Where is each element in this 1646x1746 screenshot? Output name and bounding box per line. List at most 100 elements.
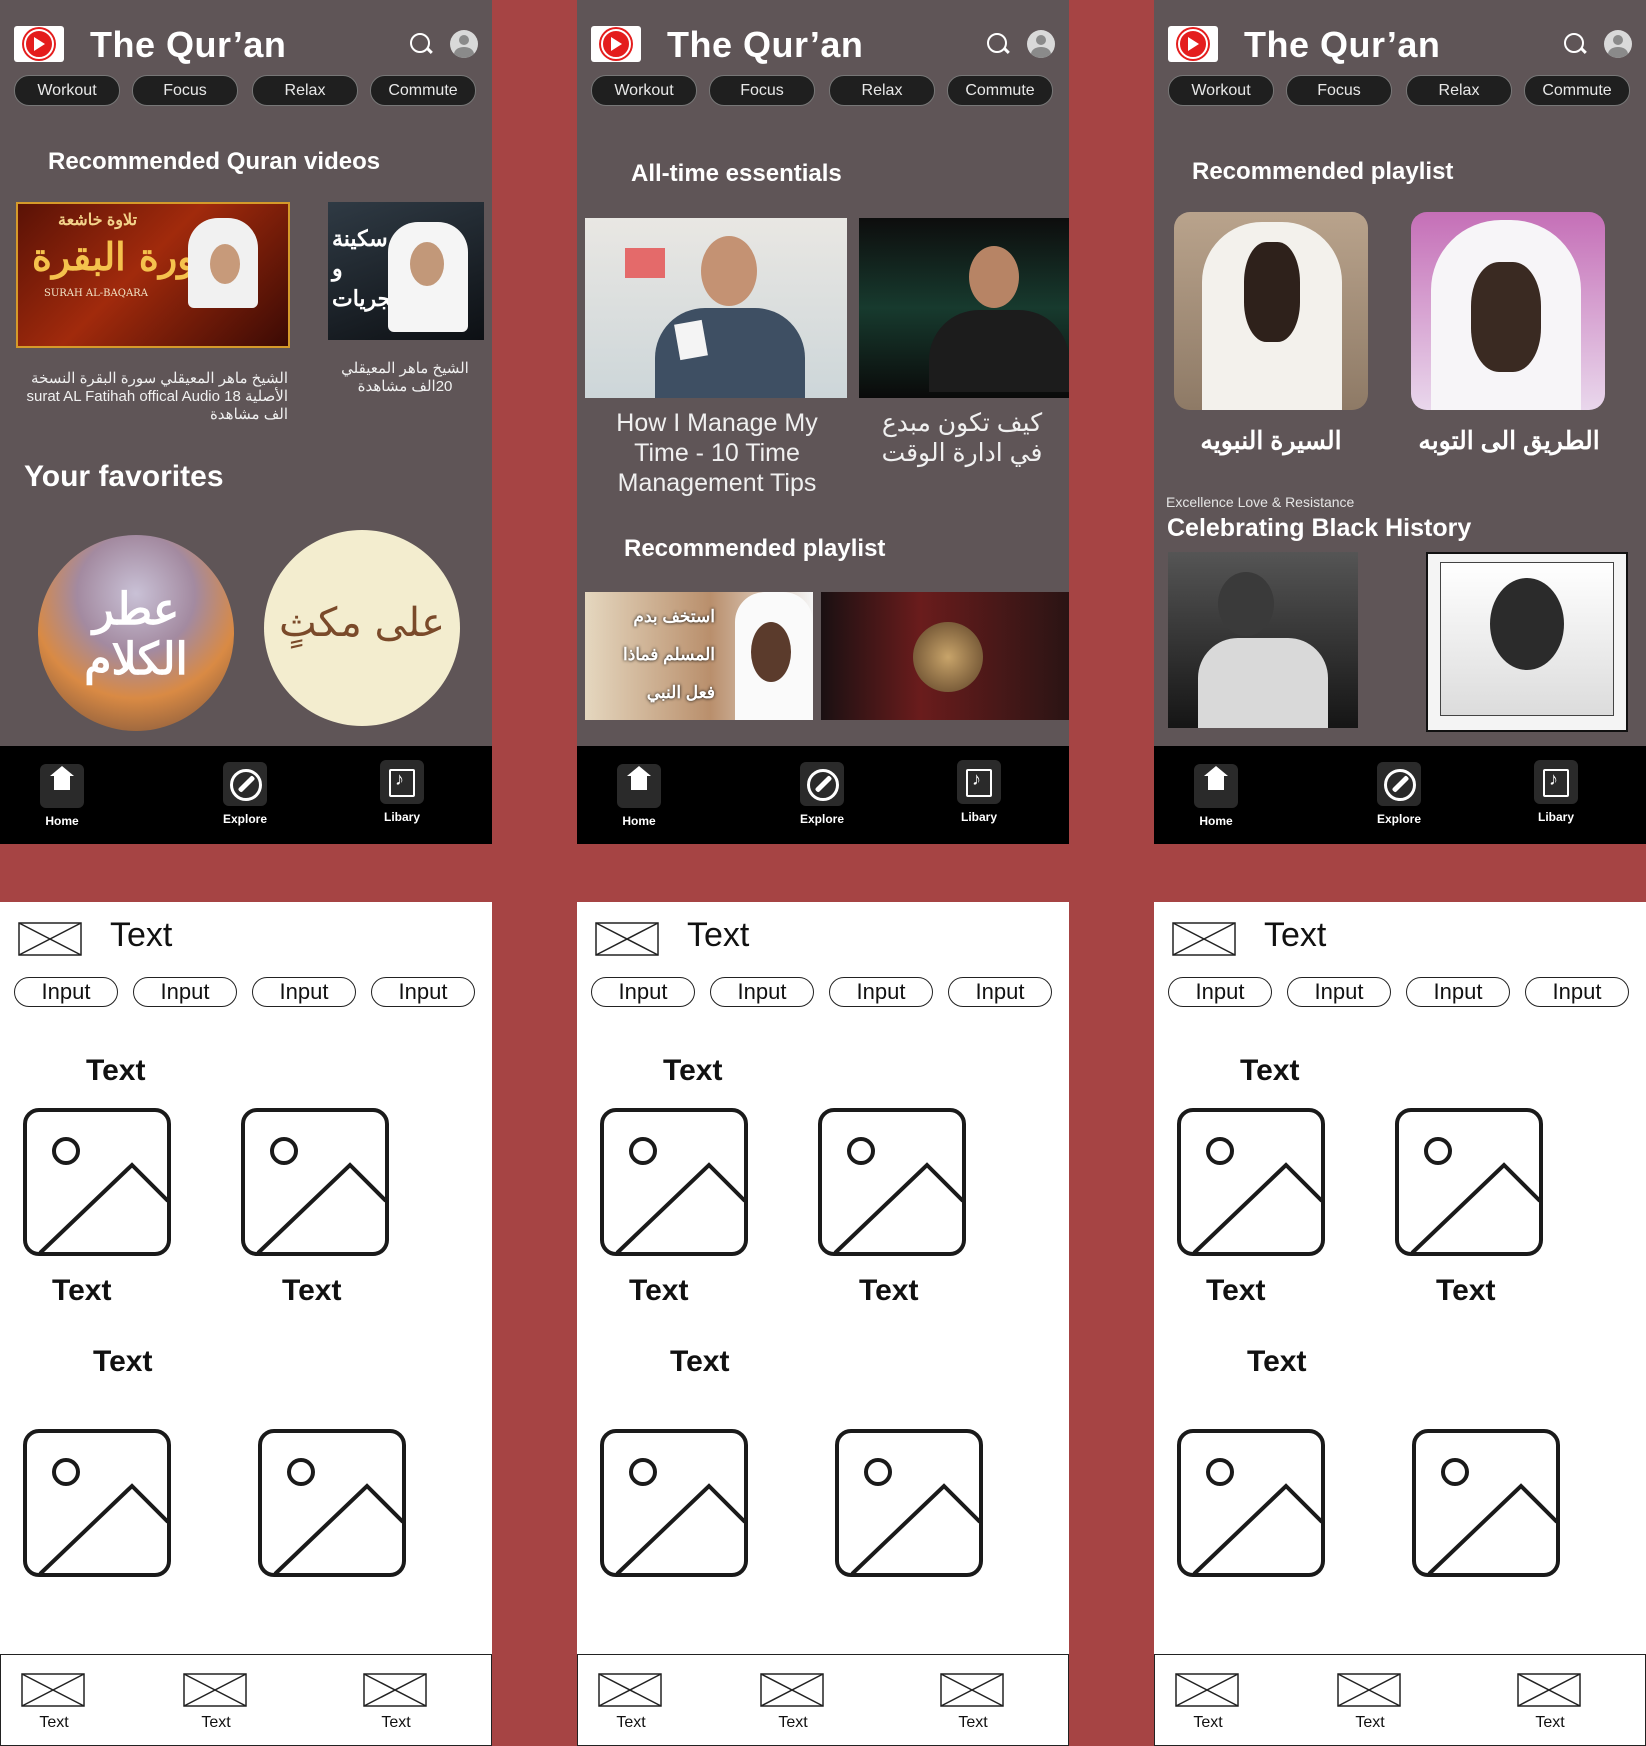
item-label: Text xyxy=(52,1274,112,1307)
image-placeholder-icon xyxy=(595,922,659,956)
playlist-thumbnail[interactable] xyxy=(821,592,1069,720)
nav-item[interactable]: Text xyxy=(181,1673,251,1732)
image-placeholder-icon xyxy=(18,922,82,956)
search-icon[interactable] xyxy=(987,33,1007,53)
image-placeholder-icon xyxy=(818,1108,966,1256)
playlist-thumbnail[interactable] xyxy=(1174,212,1368,410)
image-placeholder-icon xyxy=(1517,1673,1581,1707)
youtube-music-logo[interactable] xyxy=(14,26,64,62)
section-title: All-time essentials xyxy=(631,160,842,187)
youtube-music-logo[interactable] xyxy=(1168,26,1218,62)
nav-item[interactable]: Text xyxy=(1335,1673,1405,1732)
reciter-face xyxy=(210,244,240,284)
library-icon xyxy=(380,760,424,804)
input-field[interactable]: Input xyxy=(948,977,1052,1007)
nav-label: Text xyxy=(958,1714,988,1731)
video-thumbnail[interactable]: سكينة و فجريات xyxy=(328,202,484,340)
wireframe-screen: Text Input Input Input Input Text Text T… xyxy=(0,902,492,1746)
input-field[interactable]: Input xyxy=(252,977,356,1007)
nav-item[interactable]: Text xyxy=(1515,1673,1585,1732)
input-field[interactable]: Input xyxy=(591,977,695,1007)
chip-relax[interactable]: Relax xyxy=(1406,75,1512,106)
nav-explore[interactable]: Explore xyxy=(1354,762,1444,826)
image-placeholder-icon xyxy=(21,1673,85,1707)
section-title: Recommended Quran videos xyxy=(48,148,381,175)
chip-workout[interactable]: Workout xyxy=(591,75,697,106)
search-icon[interactable] xyxy=(410,33,430,53)
playlist-thumbnail[interactable]: استخف بدم المسلم فماذا فعل النبي xyxy=(585,592,813,720)
video-thumbnail[interactable] xyxy=(585,218,847,398)
avatar[interactable] xyxy=(450,30,478,58)
nav-explore[interactable]: Explore xyxy=(200,762,290,826)
nav-item[interactable]: Text xyxy=(361,1673,431,1732)
chip-workout[interactable]: Workout xyxy=(1168,75,1274,106)
nav-home[interactable]: Home xyxy=(17,764,107,828)
input-field[interactable]: Input xyxy=(1168,977,1272,1007)
video-thumbnail[interactable] xyxy=(859,218,1069,398)
avatar[interactable] xyxy=(1604,30,1632,58)
nav-item[interactable]: Text xyxy=(938,1673,1008,1732)
portrait-body xyxy=(1198,638,1328,728)
input-field[interactable]: Input xyxy=(1525,977,1629,1007)
chip-focus[interactable]: Focus xyxy=(709,75,815,106)
app-title: The Qur’an xyxy=(1244,24,1441,65)
nav-library[interactable]: Libary xyxy=(934,760,1024,824)
chip-commute[interactable]: Commute xyxy=(947,75,1053,106)
input-field[interactable]: Input xyxy=(710,977,814,1007)
chip-relax[interactable]: Relax xyxy=(829,75,935,106)
input-field[interactable]: Input xyxy=(14,977,118,1007)
nav-item[interactable]: Text xyxy=(758,1673,828,1732)
nav-label: Home xyxy=(622,814,656,828)
bottom-nav: Text Text Text xyxy=(577,1654,1069,1746)
chip-focus[interactable]: Focus xyxy=(1286,75,1392,106)
avatar[interactable] xyxy=(1027,30,1055,58)
nav-home[interactable]: Home xyxy=(594,764,684,828)
nav-item[interactable]: Text xyxy=(19,1673,89,1732)
playlist-thumbnail[interactable] xyxy=(1426,552,1628,732)
screen-quran-videos: The Qur’an Workout Focus Relax Commute R… xyxy=(0,0,492,844)
nav-label: Text xyxy=(381,1714,411,1731)
app-title: The Qur’an xyxy=(667,24,864,65)
item-label: Text xyxy=(1206,1274,1266,1307)
favorite-playlist[interactable]: على مكثٍ xyxy=(264,530,460,726)
image-placeholder-icon xyxy=(258,1429,406,1577)
image-placeholder-icon xyxy=(241,1108,389,1256)
image-placeholder-icon xyxy=(835,1429,983,1577)
nav-library[interactable]: Libary xyxy=(1511,760,1601,824)
chip-commute[interactable]: Commute xyxy=(370,75,476,106)
chip-commute[interactable]: Commute xyxy=(1524,75,1630,106)
playlist-thumbnail[interactable] xyxy=(1168,552,1358,728)
nav-home[interactable]: Home xyxy=(1171,764,1261,828)
nav-label: Text xyxy=(1193,1714,1223,1731)
chip-relax[interactable]: Relax xyxy=(252,75,358,106)
input-field[interactable]: Input xyxy=(1287,977,1391,1007)
speaker-face xyxy=(751,622,791,682)
thumbnail-title: سكينة و فجريات xyxy=(332,226,403,311)
speaker-face xyxy=(1244,242,1300,342)
search-icon[interactable] xyxy=(1564,33,1584,53)
nav-label: Text xyxy=(778,1714,808,1731)
input-field[interactable]: Input xyxy=(829,977,933,1007)
input-field[interactable]: Input xyxy=(1406,977,1510,1007)
playlist-thumbnail[interactable] xyxy=(1411,212,1605,410)
bottom-nav: Home Explore Libary xyxy=(577,746,1069,844)
input-field[interactable]: Input xyxy=(371,977,475,1007)
favorite-playlist[interactable]: عطر الكلام xyxy=(38,535,234,731)
screen-all-time-essentials: The Qur’an Workout Focus Relax Commute A… xyxy=(577,0,1069,844)
chip-focus[interactable]: Focus xyxy=(132,75,238,106)
nav-library[interactable]: Libary xyxy=(357,760,447,824)
chip-workout[interactable]: Workout xyxy=(14,75,120,106)
youtube-music-logo[interactable] xyxy=(591,26,641,62)
section-eyebrow: Excellence Love & Resistance xyxy=(1166,494,1355,510)
section-title: Text xyxy=(1247,1345,1307,1378)
nav-item[interactable]: Text xyxy=(1173,1673,1243,1732)
nav-item[interactable]: Text xyxy=(596,1673,666,1732)
input-field[interactable]: Input xyxy=(133,977,237,1007)
presenter-face xyxy=(701,236,757,306)
wireframe-title: Text xyxy=(1264,916,1327,954)
wireframe-title: Text xyxy=(110,916,173,954)
thumbnail-title: استخف بدم المسلم فماذا فعل النبي xyxy=(623,607,715,702)
nav-explore[interactable]: Explore xyxy=(777,762,867,826)
video-thumbnail[interactable]: تلاوة خاشعة سورة البقرة SURAH AL-BAQARA xyxy=(16,202,290,348)
image-placeholder-icon xyxy=(23,1108,171,1256)
